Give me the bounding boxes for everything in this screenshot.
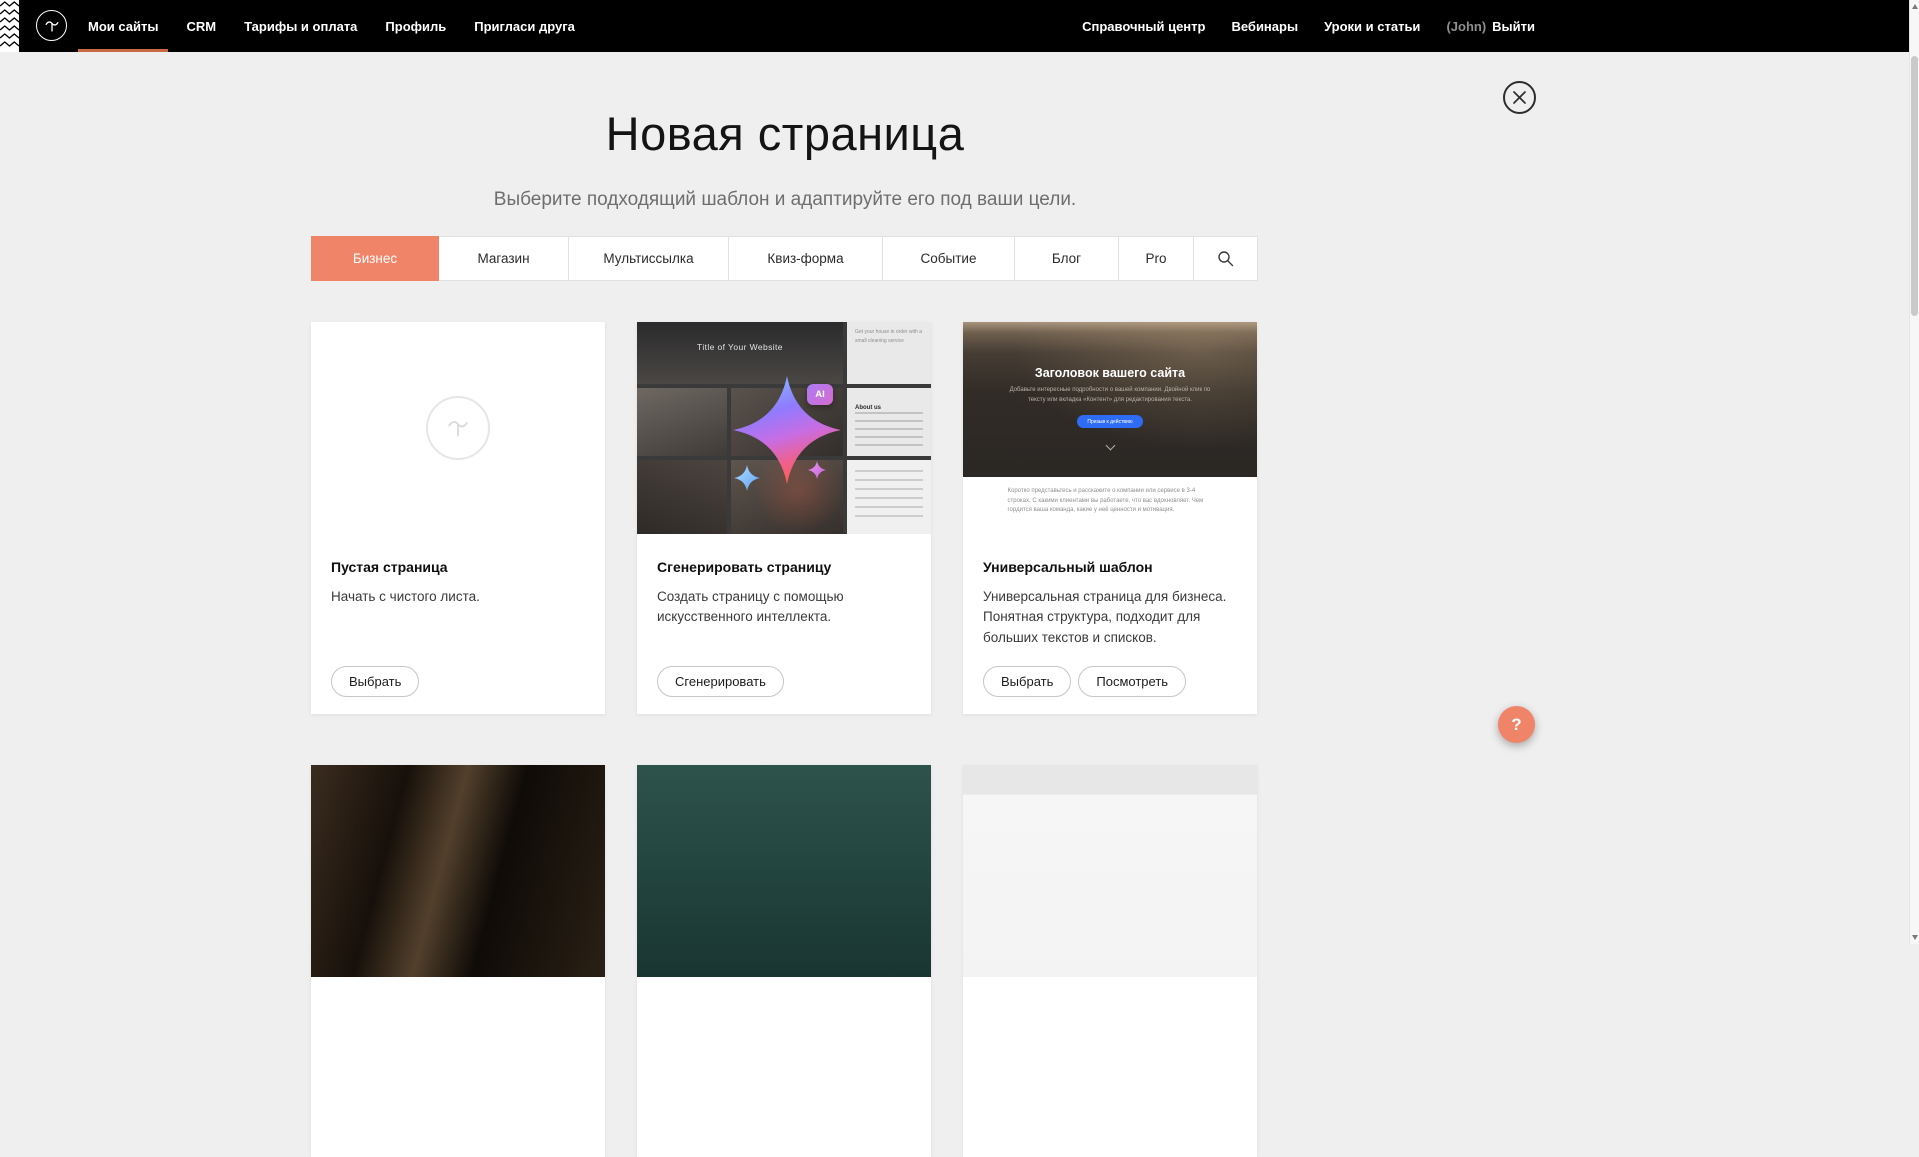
close-icon bbox=[1513, 91, 1526, 104]
nav-item-invite-friend[interactable]: Пригласи друга bbox=[474, 0, 575, 52]
tab-label: Pro bbox=[1145, 251, 1166, 266]
card-title: Сгенерировать страницу bbox=[657, 559, 911, 575]
template-card-ai: Title of Your Website Get your house in … bbox=[637, 322, 931, 714]
scroll-up-arrow-icon[interactable] bbox=[1912, 4, 1918, 9]
logout-button[interactable]: Выйти bbox=[1492, 19, 1535, 34]
template-preview-image bbox=[637, 765, 931, 977]
nav-item-my-sites[interactable]: Мои сайты bbox=[88, 0, 158, 52]
nav-label: Вебинары bbox=[1231, 19, 1298, 34]
template-card-partial-2[interactable] bbox=[637, 765, 931, 1157]
ai-sparkle-icon bbox=[637, 322, 931, 534]
tab-quiz-form[interactable]: Квиз-форма bbox=[728, 236, 883, 281]
preview-hero-section: Заголовок вашего сайта Добавьте интересн… bbox=[963, 322, 1257, 477]
nav-item-help-center[interactable]: Справочный центр bbox=[1082, 19, 1205, 34]
template-preview-image bbox=[311, 765, 605, 977]
nav-item-webinars[interactable]: Вебинары bbox=[1231, 19, 1298, 34]
tab-label: Магазин bbox=[477, 251, 529, 266]
preview-cta-button: Призыв к действию bbox=[1077, 415, 1143, 428]
template-card-partial-1[interactable] bbox=[311, 765, 605, 1157]
card-description: Создать страницу с помощью искусственног… bbox=[657, 587, 911, 628]
select-button[interactable]: Выбрать bbox=[331, 666, 419, 697]
top-navbar: Мои сайты CRM Тарифы и оплата Профиль Пр… bbox=[0, 0, 1919, 52]
tab-store[interactable]: Магазин bbox=[438, 236, 569, 281]
card-description: Начать с чистого листа. bbox=[331, 587, 585, 607]
nav-label: Тарифы и оплата bbox=[244, 19, 357, 34]
card-description: Универсальная страница для бизнеса. Поня… bbox=[983, 587, 1237, 648]
template-grid: Пустая страница Начать с чистого листа. … bbox=[311, 322, 1258, 714]
nav-label: Справочный центр bbox=[1082, 19, 1205, 34]
user-menu: (John) Выйти bbox=[1446, 19, 1535, 34]
search-icon bbox=[1217, 250, 1234, 267]
generate-button[interactable]: Сгенерировать bbox=[657, 666, 784, 697]
preview-cta-label: Призыв к действию bbox=[1087, 419, 1132, 425]
preview-button[interactable]: Посмотреть bbox=[1078, 666, 1186, 697]
tab-event[interactable]: Событие bbox=[882, 236, 1015, 281]
tab-multilink[interactable]: Мультиссылка bbox=[568, 236, 729, 281]
close-button[interactable] bbox=[1503, 81, 1536, 114]
template-card-blank: Пустая страница Начать с чистого листа. … bbox=[311, 322, 605, 714]
ai-badge: AI bbox=[807, 384, 833, 405]
tab-label: Мультиссылка bbox=[603, 251, 693, 266]
tab-label: Бизнес bbox=[353, 251, 397, 266]
template-preview-image bbox=[963, 765, 1257, 977]
scroll-down-arrow-icon[interactable] bbox=[1912, 935, 1918, 940]
template-card-partial-3[interactable] bbox=[963, 765, 1257, 1157]
nav-label: Профиль bbox=[385, 19, 446, 34]
card-title: Пустая страница bbox=[331, 559, 585, 575]
template-grid-row2 bbox=[311, 765, 1258, 1157]
preview-body-text: Коротко представьтесь и расскажите о ком… bbox=[1008, 487, 1213, 516]
secondary-nav: Справочный центр Вебинары Уроки и статьи… bbox=[1082, 0, 1535, 52]
blank-page-preview bbox=[311, 322, 605, 534]
tab-label: Квиз-форма bbox=[767, 251, 843, 266]
nav-item-crm[interactable]: CRM bbox=[186, 0, 216, 52]
tilda-watermark-icon bbox=[426, 396, 490, 460]
main-nav: Мои сайты CRM Тарифы и оплата Профиль Пр… bbox=[88, 0, 575, 52]
universal-template-preview: Заголовок вашего сайта Добавьте интересн… bbox=[963, 322, 1257, 534]
preview-text-section: Коротко представьтесь и расскажите о ком… bbox=[963, 487, 1257, 534]
nav-label: Мои сайты bbox=[88, 19, 158, 34]
page-subtitle: Выберите подходящий шаблон и адаптируйте… bbox=[0, 189, 1570, 211]
nav-label: CRM bbox=[186, 19, 216, 34]
nav-label: Пригласи друга bbox=[474, 19, 575, 34]
tab-business[interactable]: Бизнес bbox=[311, 236, 439, 281]
page-title: Новая страница bbox=[0, 106, 1570, 161]
tilda-tilde-icon bbox=[42, 16, 62, 36]
tab-search[interactable] bbox=[1193, 236, 1258, 281]
ai-template-preview: Title of Your Website Get your house in … bbox=[637, 322, 931, 534]
tab-pro[interactable]: Pro bbox=[1118, 236, 1194, 281]
logout-label: Выйти bbox=[1492, 19, 1535, 34]
user-name: (John) bbox=[1446, 19, 1486, 34]
nav-item-profile[interactable]: Профиль bbox=[385, 0, 446, 52]
tab-label: Блог bbox=[1052, 251, 1081, 266]
help-button[interactable]: ? bbox=[1498, 706, 1535, 743]
card-title: Универсальный шаблон bbox=[983, 559, 1237, 575]
scrollbar-thumb[interactable] bbox=[1911, 56, 1918, 316]
tab-blog[interactable]: Блог bbox=[1014, 236, 1119, 281]
template-category-tabs: Бизнес Магазин Мультиссылка Квиз-форма С… bbox=[311, 236, 1258, 281]
nav-item-lessons[interactable]: Уроки и статьи bbox=[1324, 19, 1420, 34]
nav-label: Уроки и статьи bbox=[1324, 19, 1420, 34]
preview-subtext: Добавьте интересные подробности о вашей … bbox=[1008, 386, 1213, 405]
tilda-logo[interactable] bbox=[36, 10, 67, 41]
scrollbar[interactable] bbox=[1909, 0, 1919, 944]
preview-heading: Заголовок вашего сайта bbox=[963, 322, 1257, 380]
zigzag-decoration bbox=[0, 0, 19, 52]
nav-item-tariffs[interactable]: Тарифы и оплата bbox=[244, 0, 357, 52]
tab-label: Событие bbox=[921, 251, 977, 266]
chevron-down-icon bbox=[1105, 441, 1115, 451]
select-button[interactable]: Выбрать bbox=[983, 666, 1071, 697]
template-card-universal: Заголовок вашего сайта Добавьте интересн… bbox=[963, 322, 1257, 714]
